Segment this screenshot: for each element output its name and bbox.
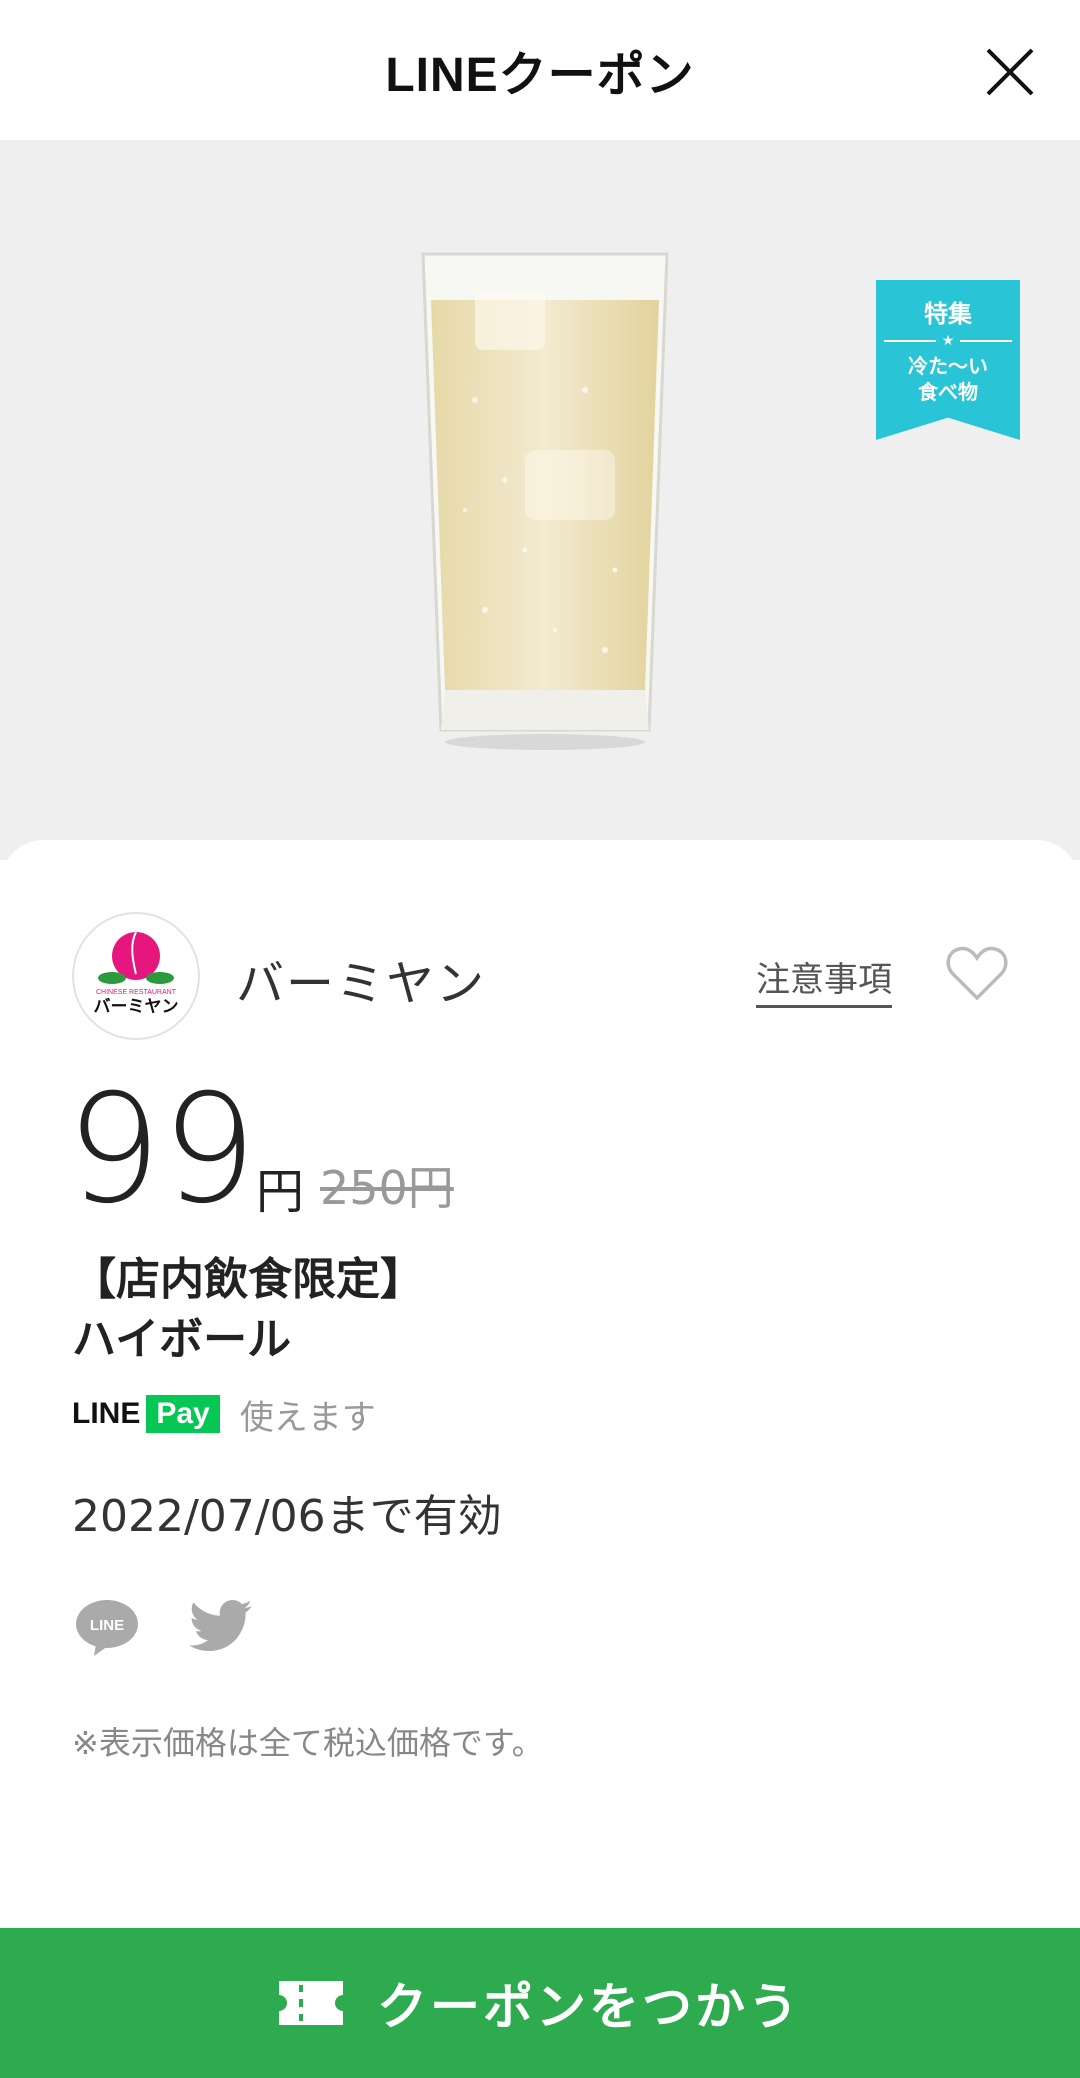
line-share-icon: LINE — [76, 1600, 138, 1656]
close-button[interactable] — [984, 46, 1036, 98]
valid-until: 2022/07/06まで有効 — [72, 1491, 502, 1542]
twitter-share-button[interactable] — [188, 1598, 254, 1658]
linepay-row: LINE Pay 使えます — [72, 1392, 376, 1438]
store-name: バーミヤン — [236, 956, 487, 1012]
linepay-brand: LINE — [72, 1397, 141, 1430]
use-coupon-label: クーポンをつかう — [377, 1978, 801, 2036]
app-header: LINEクーポン — [0, 0, 1080, 140]
favorite-button[interactable] — [946, 944, 1008, 1002]
logo-subtitle: CHINESE RESTAURANT — [96, 989, 177, 996]
coupon-card: CHINESE RESTAURANT バーミヤン バーミヤン 注意事項 99 円… — [0, 840, 1080, 1940]
product-title-line2: ハイボール — [72, 1314, 292, 1365]
linepay-badge: Pay — [146, 1395, 220, 1433]
highball-glass-image — [421, 252, 669, 750]
ribbon-divider: ★ — [884, 333, 1012, 349]
tax-note: ※表示価格は全て税込価格です。 — [72, 1724, 544, 1762]
ribbon-line2: 食べ物 — [918, 380, 978, 404]
logo-text: バーミヤン — [94, 997, 179, 1017]
peach-logo-icon: CHINESE RESTAURANT バーミヤン — [94, 931, 179, 1017]
app-title: LINEクーポン — [385, 49, 695, 102]
product-title-line1: 【店内飲食限定】 — [72, 1254, 424, 1305]
twitter-share-icon — [189, 1600, 252, 1651]
notes-link[interactable]: 注意事項 — [756, 952, 892, 1008]
feature-ribbon[interactable]: 特集 ★ 冷た〜い 食べ物 — [876, 280, 1020, 440]
close-icon — [986, 48, 1034, 96]
heart-icon — [946, 946, 1008, 1001]
use-coupon-button[interactable]: クーポンをつかう — [0, 1928, 1080, 2078]
product-image: 特集 ★ 冷た〜い 食べ物 — [0, 140, 1080, 860]
product-title: 【店内飲食限定】 ハイボール — [72, 1250, 424, 1370]
coupon-price: 99 — [66, 1063, 257, 1237]
linepay-note: 使えます — [239, 1397, 376, 1438]
line-share-button[interactable]: LINE — [74, 1598, 140, 1658]
store-logo: CHINESE RESTAURANT バーミヤン — [72, 912, 200, 1040]
currency-label: 円 — [256, 1164, 305, 1220]
svg-text:LINE: LINE — [90, 1617, 124, 1634]
ribbon-title: 特集 — [924, 300, 972, 328]
star-icon: ★ — [941, 333, 955, 349]
ticket-icon — [279, 1981, 343, 2025]
ribbon-line1: 冷た〜い — [908, 354, 988, 378]
original-price: 250円 — [320, 1161, 454, 1215]
